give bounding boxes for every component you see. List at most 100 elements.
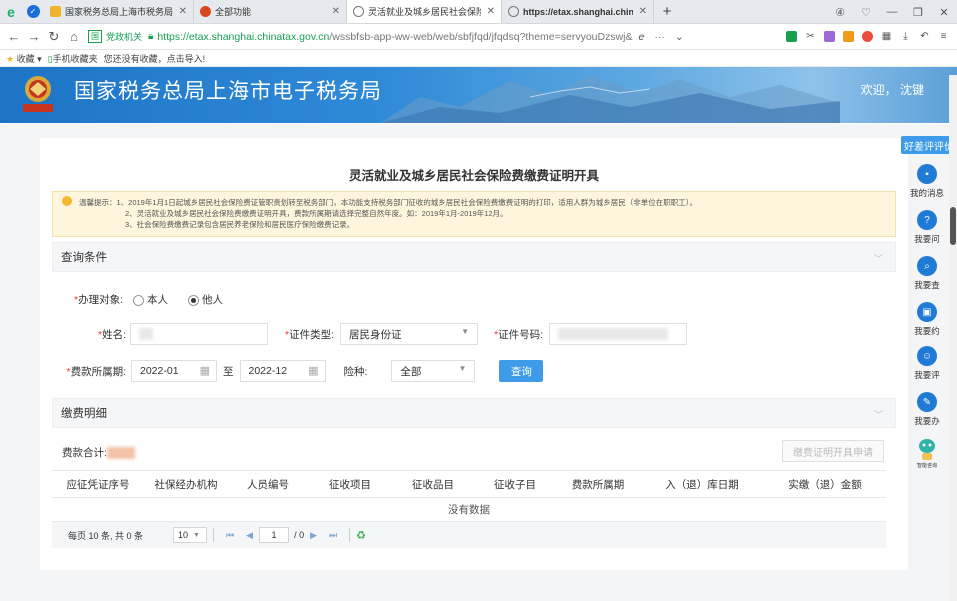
period-to-input[interactable]: 2022-12 ▦ <box>239 360 326 382</box>
lock-icon: 🔒︎ <box>148 31 154 42</box>
caret-down-icon: ▼ <box>461 327 469 336</box>
col-header[interactable]: 社保经办机构 <box>144 470 228 498</box>
next-page-icon[interactable]: ▶ <box>310 530 317 541</box>
id-type-select[interactable]: 居民身份证 ▼ <box>340 323 478 345</box>
insurance-select[interactable]: 全部 ▼ <box>391 360 476 382</box>
content-area: 灵活就业及城乡居民社会保险费缴费证明开具 温馨提示：1、2019年1月1日起城乡… <box>0 124 957 601</box>
col-header[interactable]: 征收品目 <box>392 470 474 498</box>
restore-icon[interactable]: ❐ <box>905 6 931 19</box>
undo-icon[interactable]: ↶ <box>915 29 934 45</box>
name-input[interactable] <box>130 323 268 345</box>
close-icon[interactable]: ✕ <box>639 6 647 17</box>
favorites-menu[interactable]: ★ 收藏 ▾ <box>6 52 42 65</box>
pagination-bar: 每页 10 条, 共 0 条 10 ▼ ⏮ ◀ 1 / 0 ▶ ⏭ ♻ <box>52 522 886 548</box>
refresh-icon[interactable]: ♻ <box>356 529 366 542</box>
calendar-icon[interactable]: ▦ <box>200 364 210 377</box>
home-icon[interactable]: ⌂ <box>64 29 84 44</box>
radio-icon <box>133 294 145 306</box>
page-title: 灵活就业及城乡居民社会保险费缴费证明开具 <box>348 169 599 183</box>
rail-smart-assistant[interactable]: 智能咨询 <box>908 436 946 469</box>
plugin-icon[interactable] <box>820 29 839 45</box>
period-row: *费款所属期: 2022-01 ▦ 至 2022-12 ▦ 险种: 全部 ▼ 查… <box>62 360 544 382</box>
col-header[interactable]: 应征凭证序号 <box>52 470 144 498</box>
rail-my-messages[interactable]: ▪ 我的消息 <box>908 164 946 199</box>
history-icon[interactable]: ✓ <box>22 0 44 23</box>
url-field[interactable]: 国 党政机关 🔒︎ https://etax.shanghai.chinatax… <box>88 27 704 47</box>
radio-other[interactable]: 他人 <box>188 292 223 307</box>
scrollbar-thumb[interactable] <box>950 207 956 245</box>
minimize-icon[interactable]: — <box>879 6 905 18</box>
rail-search[interactable]: ⌕ 我要查 <box>908 256 946 291</box>
cut-icon[interactable]: ✂ <box>801 29 820 45</box>
shield-icon[interactable] <box>839 29 858 45</box>
chevron-down-icon[interactable]: ﹀ <box>874 408 883 421</box>
page-number-input[interactable]: 1 <box>259 527 290 543</box>
total-value-redacted <box>106 446 135 459</box>
period-from-input[interactable]: 2022-01 ▦ <box>131 360 217 382</box>
toolbar-icons: ✂ ▦ ⤓ ↶ ≡ <box>782 29 953 45</box>
tab-count-icon[interactable]: ④ <box>827 6 853 19</box>
browser-logo-icon[interactable]: e <box>0 0 22 23</box>
radio-self[interactable]: 本人 <box>133 292 168 307</box>
robot-icon <box>919 439 935 460</box>
total-row: 费款合计: <box>62 445 135 460</box>
col-header[interactable]: 征收项目 <box>308 470 392 498</box>
main-panel: 灵活就业及城乡居民社会保险费缴费证明开具 温馨提示：1、2019年1月1日起城乡… <box>40 138 908 570</box>
close-icon[interactable]: ✕ <box>332 6 340 17</box>
col-header[interactable]: 入（退）库日期 <box>640 470 764 498</box>
last-page-icon[interactable]: ⏭ <box>329 530 337 541</box>
address-bar: ← → ↻ ⌂ 国 党政机关 🔒︎ https://etax.shanghai.… <box>0 24 957 50</box>
tab-tax-bureau[interactable]: 国家税务总局上海市税务局 ✕ <box>44 0 194 23</box>
dropdown-icon[interactable]: ⌄ <box>675 31 684 43</box>
col-header[interactable]: 费款所属期 <box>556 470 640 498</box>
close-icon[interactable]: ✕ <box>179 6 187 17</box>
chevron-down-icon[interactable]: ﹀ <box>874 252 883 265</box>
rating-icon: ☺ <box>917 346 937 366</box>
detail-section-header[interactable]: 缴费明细 ﹀ <box>52 398 896 428</box>
info-icon <box>62 196 72 206</box>
page-size-select[interactable]: 10 ▼ <box>173 527 208 543</box>
query-button[interactable]: 查询 <box>499 360 544 382</box>
page-scrollbar[interactable] <box>949 75 957 601</box>
download-icon[interactable]: ⤓ <box>896 29 915 45</box>
url-host: https://etax.shanghai.chinatax.gov.cn <box>157 30 330 43</box>
calendar-icon[interactable]: ▦ <box>308 364 318 377</box>
query-section-header[interactable]: 查询条件 ﹀ <box>52 242 896 272</box>
forward-icon[interactable]: → <box>24 29 44 44</box>
tab-insurance-certificate[interactable]: 灵活就业及城乡居民社会保险费 ✕ <box>347 0 502 23</box>
star-icon: ★ <box>6 53 15 64</box>
rail-evaluate[interactable]: ☺ 我要评 <box>908 346 946 381</box>
import-hint-link[interactable]: 您还没有收藏，点击导入! <box>104 52 206 65</box>
rail-appointment[interactable]: ▣ 我要约 <box>908 302 946 337</box>
id-number-input[interactable] <box>549 323 687 345</box>
period-label: 费款所属期: <box>70 365 126 378</box>
col-header[interactable]: 实缴（退）金额 <box>764 470 886 498</box>
col-header[interactable]: 征收子目 <box>474 470 556 498</box>
first-page-icon[interactable]: ⏮ <box>226 530 234 541</box>
caret-down-icon: ▼ <box>193 531 200 539</box>
menu-icon[interactable]: ≡ <box>934 29 953 45</box>
screenshot-icon[interactable] <box>782 29 801 45</box>
col-header[interactable]: 人员编号 <box>228 470 308 498</box>
rail-handle[interactable]: ✎ 我要办 <box>908 392 946 427</box>
certificate-apply-button[interactable]: 缴费证明开具申请 <box>782 440 884 462</box>
close-window-icon[interactable]: ✕ <box>931 6 957 19</box>
game-icon[interactable] <box>858 29 877 45</box>
new-tab-button[interactable]: + <box>654 0 680 23</box>
gov-badge-icon: 国 <box>88 30 102 43</box>
close-icon[interactable]: ✕ <box>487 6 495 17</box>
section-title: 查询条件 <box>61 252 107 264</box>
mobile-favorites-link[interactable]: ▯手机收藏夹 <box>48 52 98 65</box>
rail-ask[interactable]: ? 我要问 <box>908 210 946 245</box>
skin-icon[interactable]: ♡ <box>853 6 879 19</box>
tab-all-functions[interactable]: 全部功能 ✕ <box>194 0 347 23</box>
empty-message: 没有数据 <box>52 497 886 522</box>
back-icon[interactable]: ← <box>4 29 24 44</box>
tab-etax-url[interactable]: https://etax.shanghai.chin ✕ <box>502 0 654 23</box>
prev-page-icon[interactable]: ◀ <box>246 530 253 541</box>
reload-icon[interactable]: ↻ <box>44 29 64 45</box>
section-title: 缴费明细 <box>61 408 107 420</box>
more-icon[interactable]: ··· <box>654 31 665 43</box>
compat-mode-icon[interactable]: e <box>639 31 645 43</box>
apps-icon[interactable]: ▦ <box>877 29 896 45</box>
